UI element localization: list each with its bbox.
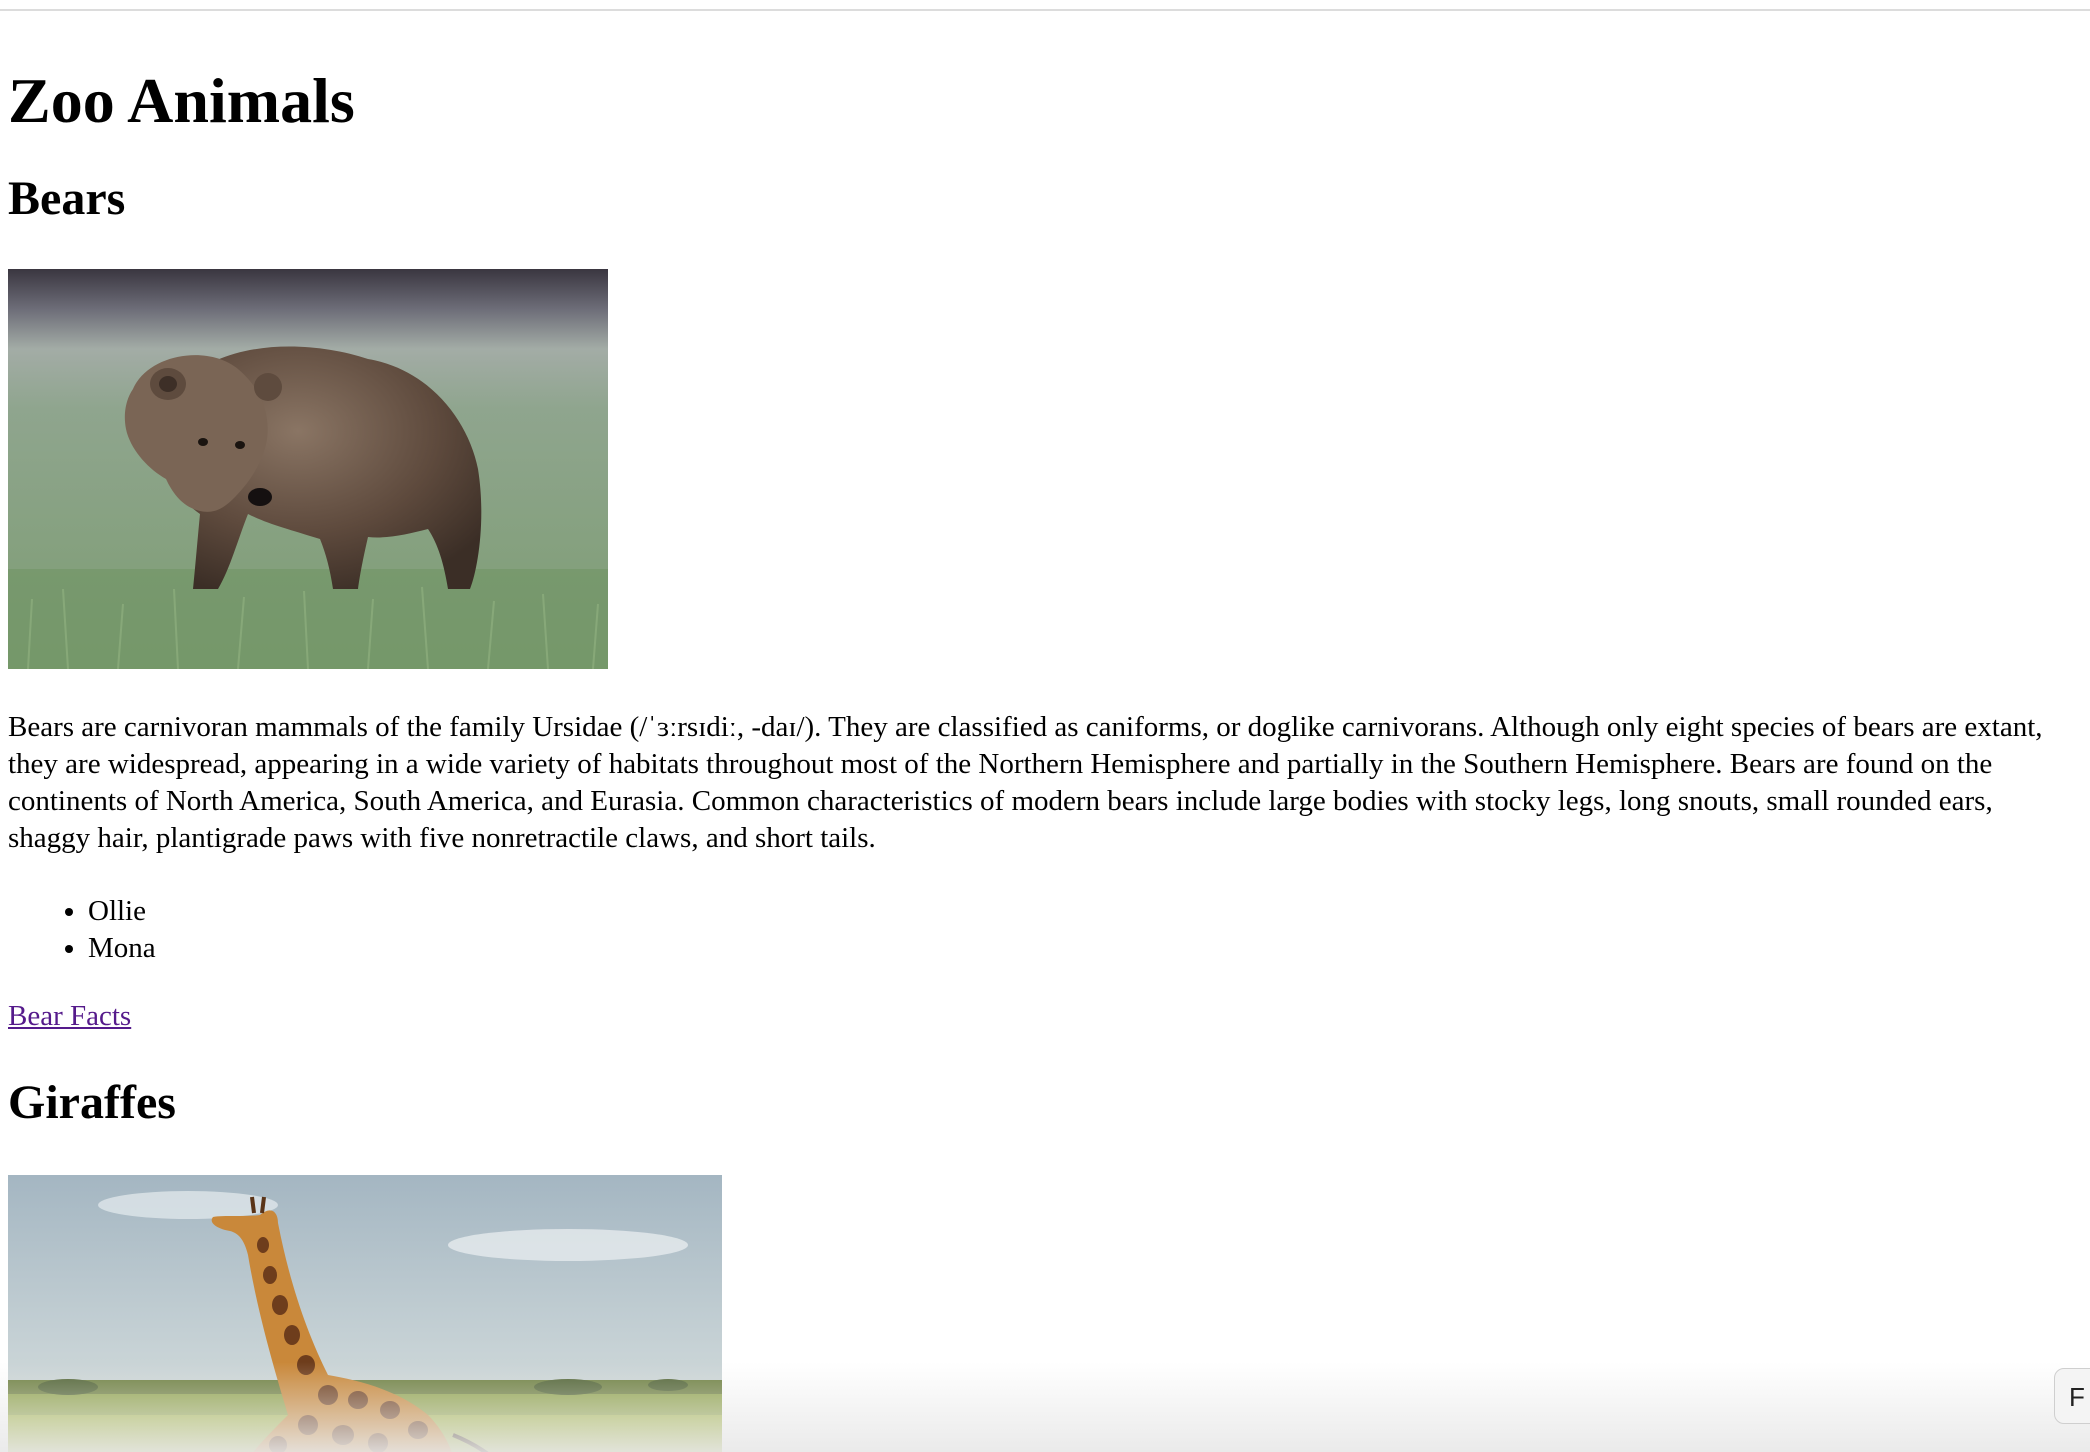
- bear-image: [8, 269, 608, 669]
- list-item: Mona: [88, 930, 2068, 967]
- bears-heading: Bears: [8, 172, 126, 225]
- list-item: Ollie: [88, 893, 2068, 930]
- bear-facts-link[interactable]: Bear Facts: [8, 998, 131, 1035]
- page-title: Zoo Animals: [8, 65, 355, 136]
- page-content: Zoo Animals Bears Bears are carnivoran m…: [8, 11, 2068, 1452]
- bears-section: Bears Bears are carnivoran mammals of th…: [8, 167, 2068, 1035]
- giraffes-heading: Giraffes: [8, 1076, 176, 1129]
- bear-names-list: Ollie Mona: [8, 893, 2068, 967]
- giraffe-image: [8, 1175, 722, 1452]
- bears-description: Bears are carnivoran mammals of the fami…: [8, 711, 2043, 854]
- floating-corner-button[interactable]: F: [2054, 1368, 2090, 1424]
- giraffes-section: Giraffes: [8, 1071, 2068, 1452]
